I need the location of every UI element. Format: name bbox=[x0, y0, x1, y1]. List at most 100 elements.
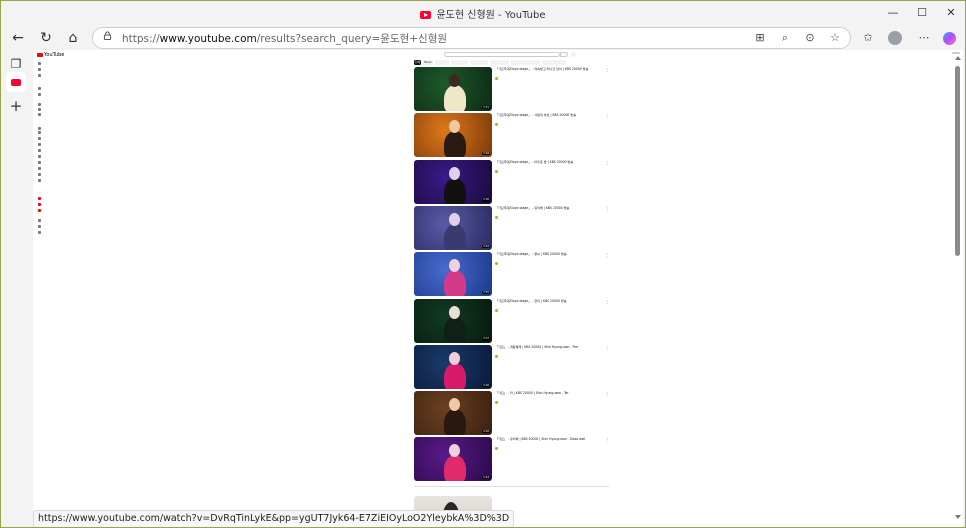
channel-avatar[interactable] bbox=[495, 262, 498, 266]
video-result[interactable]: 3:44 「가요」 - 유리벽 | KBS 20000 | Shin Hyung-… bbox=[414, 437, 609, 482]
more-actions-icon[interactable]: ⋮ bbox=[605, 206, 609, 211]
copilot-icon[interactable] bbox=[943, 32, 956, 45]
filter-chip[interactable] bbox=[451, 60, 468, 65]
channel-avatar[interactable] bbox=[495, 77, 498, 80]
video-thumbnail[interactable]: 3:55 bbox=[414, 252, 492, 297]
filter-chip[interactable] bbox=[470, 60, 488, 65]
favorites-icon[interactable]: ✩ bbox=[860, 30, 876, 46]
video-thumbnail[interactable]: 3:48 bbox=[414, 113, 492, 158]
video-thumbnail[interactable]: 3:51 bbox=[414, 67, 492, 111]
video-result[interactable]: 3:42 「가요무대/Gayo stage」 - 유리벽 | KBS 20000 … bbox=[414, 205, 609, 250]
sidebar-item[interactable] bbox=[38, 61, 44, 65]
filter-chip[interactable] bbox=[511, 60, 540, 65]
app-available-icon[interactable]: ⊞ bbox=[753, 31, 767, 45]
video-result[interactable]: 3:48 「가요무대/Gayo stage」 - 사랑의 바보 | KBS 200… bbox=[414, 113, 609, 158]
video-result[interactable]: 3:51 「가요무대/Gayo stage」 - 약속받고 떠나간 남아 | KB… bbox=[414, 67, 609, 111]
channel-avatar[interactable] bbox=[495, 169, 498, 173]
video-title[interactable]: 「가요무대/Gayo stage」 - 유리벽 | KBS 20000 방송 bbox=[495, 206, 603, 210]
scroll-up-arrow[interactable] bbox=[955, 56, 961, 60]
sidebar-item[interactable] bbox=[38, 67, 44, 71]
filter-chip[interactable]: Music bbox=[423, 60, 433, 65]
sidebar-item[interactable] bbox=[38, 112, 44, 116]
video-result[interactable]: 3:30 「가요무대/Gayo stage」 - 어두운 밤 | KBS 2000… bbox=[414, 159, 609, 204]
video-title[interactable]: 「가요무대/Gayo stage」 - 장미 | KBS 20000 방송 bbox=[495, 299, 603, 303]
profile-avatar[interactable] bbox=[888, 31, 902, 45]
video-thumbnail[interactable]: 3:37 bbox=[414, 298, 492, 343]
video-title[interactable]: 「가요무대/Gayo stage」 - 불씨 | KBS 20000 방송 bbox=[495, 252, 603, 256]
sidebar-item[interactable] bbox=[38, 208, 44, 212]
video-title[interactable]: 「가요무대/Gayo stage」 - 사랑의 바보 | KBS 20000 방… bbox=[495, 113, 603, 117]
youtube-search-input[interactable] bbox=[444, 52, 560, 57]
channel-avatar[interactable] bbox=[495, 401, 498, 405]
microphone-icon[interactable] bbox=[571, 52, 576, 57]
new-tab-button[interactable]: + bbox=[6, 96, 26, 116]
filter-chip[interactable] bbox=[542, 60, 566, 65]
address-url[interactable]: https://www.youtube.com/results?search_q… bbox=[122, 31, 447, 46]
channel-info[interactable] bbox=[495, 77, 499, 81]
video-thumbnail[interactable]: 3:20 bbox=[414, 344, 492, 389]
sidebar-item[interactable] bbox=[38, 218, 44, 222]
more-actions-icon[interactable]: ⋮ bbox=[605, 391, 609, 396]
channel-info[interactable] bbox=[495, 123, 499, 127]
more-actions-icon[interactable]: ⋮ bbox=[605, 67, 609, 72]
more-actions-icon[interactable]: ⋮ bbox=[605, 160, 609, 165]
video-result[interactable]: 3:37 「가요무대/Gayo stage」 - 장미 | KBS 20000 방… bbox=[414, 298, 609, 343]
video-result[interactable]: 3:20 「가요」 - 개똥벌레 | KBS 20000 | Shin Hyung… bbox=[414, 344, 609, 389]
tab-actions-icon[interactable]: ❐ bbox=[6, 54, 26, 74]
filter-chip[interactable] bbox=[435, 60, 449, 65]
channel-info[interactable] bbox=[495, 308, 499, 313]
sidebar-item[interactable] bbox=[38, 92, 44, 96]
maximize-button[interactable]: ☐ bbox=[907, 4, 937, 22]
video-thumbnail[interactable]: 3:42 bbox=[414, 205, 492, 250]
minimize-button[interactable]: — bbox=[878, 4, 908, 22]
channel-avatar[interactable] bbox=[495, 123, 498, 127]
video-result[interactable]: 3:55 「가요무대/Gayo stage」 - 불씨 | KBS 20000 방… bbox=[414, 252, 609, 297]
sidebar-item[interactable] bbox=[38, 154, 44, 158]
scrollbar-thumb[interactable] bbox=[955, 66, 960, 256]
channel-info[interactable] bbox=[495, 447, 499, 451]
sidebar-item[interactable] bbox=[38, 136, 44, 140]
more-actions-icon[interactable]: ⋮ bbox=[605, 345, 609, 350]
home-button[interactable]: ⌂ bbox=[63, 28, 83, 48]
close-button[interactable]: ✕ bbox=[936, 4, 966, 22]
video-title[interactable]: 「가요무대/Gayo stage」 - 약속받고 떠나간 남아 | KBS 20… bbox=[495, 67, 603, 71]
more-actions-icon[interactable]: ⋮ bbox=[605, 252, 609, 257]
more-actions-icon[interactable]: ⋮ bbox=[605, 437, 609, 442]
video-thumbnail[interactable]: 3:44 bbox=[414, 437, 492, 482]
youtube-search-button[interactable] bbox=[560, 52, 568, 57]
address-bar[interactable]: https://www.youtube.com/results?search_q… bbox=[92, 27, 851, 49]
video-title[interactable]: 「가요」 - 터 | KBS 20000 | Shin Hyung-won - … bbox=[495, 391, 603, 395]
video-title[interactable]: 「가요」 - 유리벽 | KBS 20000 | Shin Hyung-won … bbox=[495, 437, 603, 441]
more-actions-icon[interactable]: ⋮ bbox=[605, 113, 609, 118]
video-result[interactable]: 4:02 「가요」 - 터 | KBS 20000 | Shin Hyung-wo… bbox=[414, 391, 609, 436]
channel-info[interactable] bbox=[495, 401, 499, 405]
sidebar-item[interactable] bbox=[38, 102, 44, 106]
channel-info[interactable] bbox=[495, 215, 499, 220]
sidebar-item[interactable] bbox=[38, 73, 44, 77]
refresh-button[interactable]: ↻ bbox=[36, 28, 56, 48]
sidebar-item[interactable] bbox=[38, 86, 44, 90]
youtube-logo[interactable]: YouTube bbox=[37, 52, 64, 58]
channel-info[interactable] bbox=[495, 354, 499, 359]
favorite-star-icon[interactable]: ☆ bbox=[828, 31, 842, 45]
video-title[interactable]: 「가요무대/Gayo stage」 - 어두운 밤 | KBS 20000 방송 bbox=[495, 160, 603, 164]
channel-info[interactable] bbox=[495, 169, 499, 174]
zoom-icon[interactable]: ⌕ bbox=[778, 31, 792, 45]
filter-chip[interactable]: 전체 bbox=[414, 60, 421, 65]
vertical-tab-youtube[interactable] bbox=[6, 72, 26, 92]
channel-info[interactable] bbox=[495, 262, 499, 266]
sidebar-item[interactable] bbox=[38, 148, 44, 152]
video-thumbnail[interactable]: 3:30 bbox=[414, 159, 492, 204]
sidebar-item[interactable] bbox=[38, 230, 44, 234]
more-in-page-icon[interactable]: ⊙ bbox=[803, 31, 817, 45]
more-actions-icon[interactable]: ⋮ bbox=[605, 299, 609, 304]
channel-avatar[interactable] bbox=[495, 447, 498, 451]
sidebar-item[interactable] bbox=[38, 178, 44, 182]
settings-more-icon[interactable]: ⋯ bbox=[916, 30, 932, 46]
page-scrollbar[interactable] bbox=[953, 50, 963, 528]
sidebar-item[interactable] bbox=[38, 202, 44, 206]
scroll-down-arrow[interactable] bbox=[955, 515, 961, 519]
channel-avatar[interactable] bbox=[495, 354, 498, 358]
sidebar-item[interactable] bbox=[38, 107, 44, 111]
sidebar-item[interactable] bbox=[38, 224, 44, 228]
